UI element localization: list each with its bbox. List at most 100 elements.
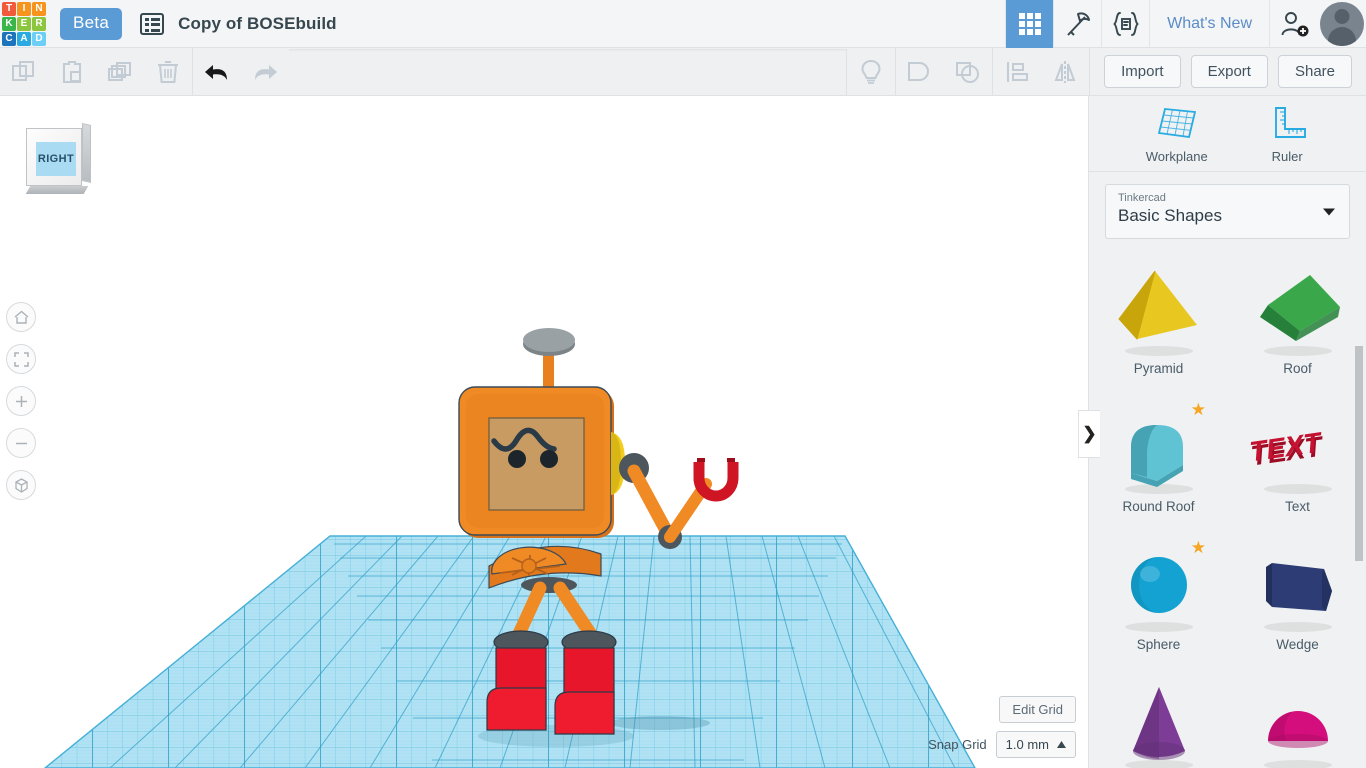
shape-item-text[interactable]: TEXTTEXT Text bbox=[1228, 399, 1366, 537]
shape-item-roof[interactable]: Roof bbox=[1228, 261, 1366, 399]
ruler-tool[interactable]: Ruler bbox=[1265, 103, 1309, 164]
workplane-icon bbox=[1155, 103, 1199, 143]
shape-item-wedge[interactable]: Wedge bbox=[1228, 537, 1366, 675]
codeblocks-icon[interactable] bbox=[1101, 0, 1149, 48]
export-button[interactable]: Export bbox=[1191, 55, 1268, 88]
app-header: TIN KER CAD Beta Copy of BOSEbuild bbox=[0, 0, 1366, 48]
logo-letter-i: I bbox=[17, 2, 31, 16]
view-cube[interactable]: RIGHT bbox=[26, 124, 92, 196]
shape-item-half-sphere[interactable]: Half Sphere bbox=[1228, 675, 1366, 768]
page-title[interactable]: Copy of BOSEbuild bbox=[178, 14, 336, 34]
share-button[interactable]: Share bbox=[1278, 55, 1352, 88]
favorite-star-icon[interactable]: ★ bbox=[1191, 401, 1206, 418]
whats-new-link[interactable]: What's New bbox=[1149, 0, 1270, 48]
chevron-up-icon bbox=[1057, 741, 1066, 748]
beta-badge[interactable]: Beta bbox=[60, 8, 122, 40]
plus-icon[interactable] bbox=[6, 386, 36, 416]
delete-button[interactable] bbox=[144, 48, 192, 96]
shape-label: Pyramid bbox=[1134, 361, 1184, 376]
panel-tools: Workplane Ruler bbox=[1089, 96, 1366, 172]
shape-item-sphere[interactable]: ★ Sphere bbox=[1089, 537, 1228, 675]
ungroup-button[interactable] bbox=[944, 48, 992, 96]
shape-label: Roof bbox=[1283, 361, 1312, 376]
shapes-scrollbar[interactable] bbox=[1355, 346, 1363, 561]
shape-thumbnail bbox=[1109, 261, 1209, 359]
paste-button[interactable] bbox=[48, 48, 96, 96]
ruler-icon bbox=[1265, 103, 1309, 143]
hide-button[interactable] bbox=[847, 48, 895, 96]
main-toolbar: Import Export Share bbox=[0, 48, 1366, 96]
snap-grid-row: Snap Grid 1.0 mm bbox=[928, 731, 1076, 758]
minus-icon[interactable] bbox=[6, 428, 36, 458]
shape-thumbnail bbox=[1109, 675, 1209, 768]
ruler-tool-label: Ruler bbox=[1272, 149, 1303, 164]
shape-thumbnail bbox=[1248, 261, 1348, 359]
home-icon[interactable] bbox=[6, 302, 36, 332]
tinkercad-logo[interactable]: TIN KER CAD bbox=[2, 2, 46, 46]
orange-robot-model[interactable] bbox=[0, 96, 1088, 768]
user-avatar[interactable] bbox=[1318, 0, 1366, 48]
duplicate-button[interactable] bbox=[96, 48, 144, 96]
shape-item-round-roof[interactable]: ★ Round Roof bbox=[1089, 399, 1228, 537]
logo-letter-k: K bbox=[2, 17, 16, 31]
panel-collapse-tab[interactable]: ❯ bbox=[1078, 410, 1100, 458]
object-button-group bbox=[847, 48, 1090, 96]
logo-letter-a: A bbox=[17, 32, 31, 46]
tinkercad-app: TIN KER CAD Beta Copy of BOSEbuild bbox=[0, 0, 1366, 768]
align-button[interactable] bbox=[993, 48, 1041, 96]
favorite-star-icon[interactable]: ★ bbox=[1191, 539, 1206, 556]
shape-label: Round Roof bbox=[1122, 499, 1194, 514]
logo-letter-t: T bbox=[2, 2, 16, 16]
group-button[interactable] bbox=[896, 48, 944, 96]
fit-to-view-icon[interactable] bbox=[6, 344, 36, 374]
document-list-icon[interactable] bbox=[140, 13, 164, 35]
shape-row: ★ Round Roof TEXTTEXT Text bbox=[1089, 399, 1366, 537]
logo-letter-c: C bbox=[2, 32, 16, 46]
shape-row: ConeHalf Sphere bbox=[1089, 675, 1366, 768]
3d-viewport[interactable]: RIGHT bbox=[0, 96, 1088, 768]
redo-button[interactable] bbox=[241, 48, 289, 96]
history-button-group bbox=[193, 48, 289, 96]
mirror-button[interactable] bbox=[1041, 48, 1089, 96]
edit-grid-button[interactable]: Edit Grid bbox=[999, 696, 1076, 723]
logo-letter-n: N bbox=[32, 2, 46, 16]
snap-grid-label: Snap Grid bbox=[928, 737, 987, 752]
viewport-nav-controls bbox=[6, 302, 36, 512]
logo-letter-d: D bbox=[32, 32, 46, 46]
shape-label: Wedge bbox=[1276, 637, 1319, 652]
library-sublabel: Tinkercad bbox=[1118, 192, 1337, 204]
shape-thumbnail bbox=[1248, 675, 1348, 768]
workplane-tool-label: Workplane bbox=[1146, 149, 1208, 164]
shape-item-cone[interactable]: Cone bbox=[1089, 675, 1228, 768]
file-action-buttons: Import Export Share bbox=[1090, 48, 1366, 96]
snap-grid-select[interactable]: 1.0 mm bbox=[996, 731, 1076, 758]
shape-row: ★ Sphere Wedge bbox=[1089, 537, 1366, 675]
snap-grid-value: 1.0 mm bbox=[1006, 737, 1049, 752]
shapes-panel: Workplane Ruler Tinkercad Basic Shapes bbox=[1088, 96, 1366, 768]
shape-label: Text bbox=[1285, 499, 1310, 514]
shape-thumbnail: TEXTTEXT bbox=[1248, 399, 1348, 497]
workplane-tool[interactable]: Workplane bbox=[1146, 103, 1208, 164]
header-right-group: What's New bbox=[1005, 0, 1366, 48]
shape-item-pyramid[interactable]: Pyramid bbox=[1089, 261, 1228, 399]
logo-letter-e: E bbox=[17, 17, 31, 31]
shape-library-grid: Pyramid Roof ★ Round Roof TEXTTEXT Text ★ Spher… bbox=[1089, 251, 1366, 768]
clipboard-button-group bbox=[0, 48, 192, 96]
grid-controls: Edit Grid Snap Grid 1.0 mm bbox=[928, 696, 1076, 758]
chevron-down-icon bbox=[1323, 208, 1335, 215]
view-cube-label: RIGHT bbox=[36, 142, 76, 176]
shape-thumbnail bbox=[1248, 537, 1348, 635]
shape-library-select[interactable]: Tinkercad Basic Shapes bbox=[1105, 184, 1350, 239]
toolbar-spacer bbox=[289, 49, 847, 95]
import-button[interactable]: Import bbox=[1104, 55, 1181, 88]
copy-button[interactable] bbox=[0, 48, 48, 96]
shape-label: Sphere bbox=[1137, 637, 1181, 652]
pickaxe-icon[interactable] bbox=[1053, 0, 1101, 48]
grid-apps-icon[interactable] bbox=[1005, 0, 1053, 48]
add-person-icon[interactable] bbox=[1270, 0, 1318, 48]
ortho-cube-icon[interactable] bbox=[6, 470, 36, 500]
shape-row: Pyramid Roof bbox=[1089, 261, 1366, 399]
logo-letter-r: R bbox=[32, 17, 46, 31]
library-value: Basic Shapes bbox=[1118, 206, 1337, 226]
undo-button[interactable] bbox=[193, 48, 241, 96]
